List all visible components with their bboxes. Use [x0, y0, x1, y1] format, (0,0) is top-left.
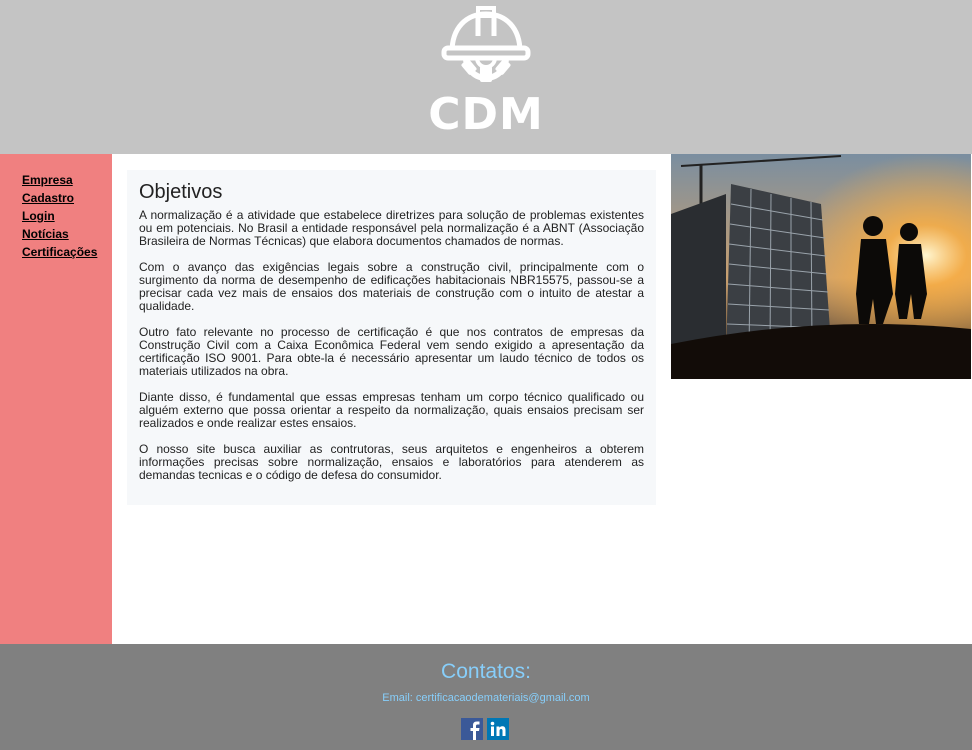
- nav-link-login[interactable]: Login: [22, 207, 97, 225]
- social-links: [461, 718, 509, 740]
- nav-link-empresa[interactable]: Empresa: [22, 171, 97, 189]
- article-box: Objetivos A normalização é a atividade q…: [127, 170, 656, 505]
- site-logo[interactable]: CDM: [428, 2, 544, 140]
- sidebar-nav: Empresa Cadastro Login Notícias Certific…: [22, 171, 97, 261]
- nav-link-certificacoes[interactable]: Certificações: [22, 243, 97, 261]
- sidebar: Empresa Cadastro Login Notícias Certific…: [0, 154, 112, 644]
- linkedin-icon[interactable]: [487, 718, 509, 740]
- article-paragraph: Diante disso, é fundamental que essas em…: [139, 390, 644, 430]
- hardhat-gear-icon: [441, 6, 531, 82]
- site-header: CDM: [0, 0, 972, 154]
- nav-link-cadastro[interactable]: Cadastro: [22, 189, 97, 207]
- article-paragraph: Outro fato relevante no processo de cert…: [139, 325, 644, 378]
- site-footer: Contatos: Email: certificacaodemateriais…: [0, 644, 972, 750]
- article-paragraph: O nosso site busca auxiliar as contrutor…: [139, 442, 644, 482]
- footer-email[interactable]: Email: certificacaodemateriais@gmail.com: [0, 692, 972, 704]
- article-title: Objetivos: [139, 181, 223, 203]
- footer-title: Contatos:: [441, 660, 531, 683]
- article-paragraph: A normalização é a atividade que estabel…: [139, 208, 644, 248]
- facebook-icon[interactable]: [461, 718, 483, 740]
- article-paragraph: Com o avanço das exigências legais sobre…: [139, 260, 644, 313]
- construction-photo: [671, 154, 971, 379]
- nav-link-noticias[interactable]: Notícias: [22, 225, 97, 243]
- logo-text: CDM: [428, 89, 544, 140]
- main-content: Objetivos A normalização é a atividade q…: [112, 154, 671, 644]
